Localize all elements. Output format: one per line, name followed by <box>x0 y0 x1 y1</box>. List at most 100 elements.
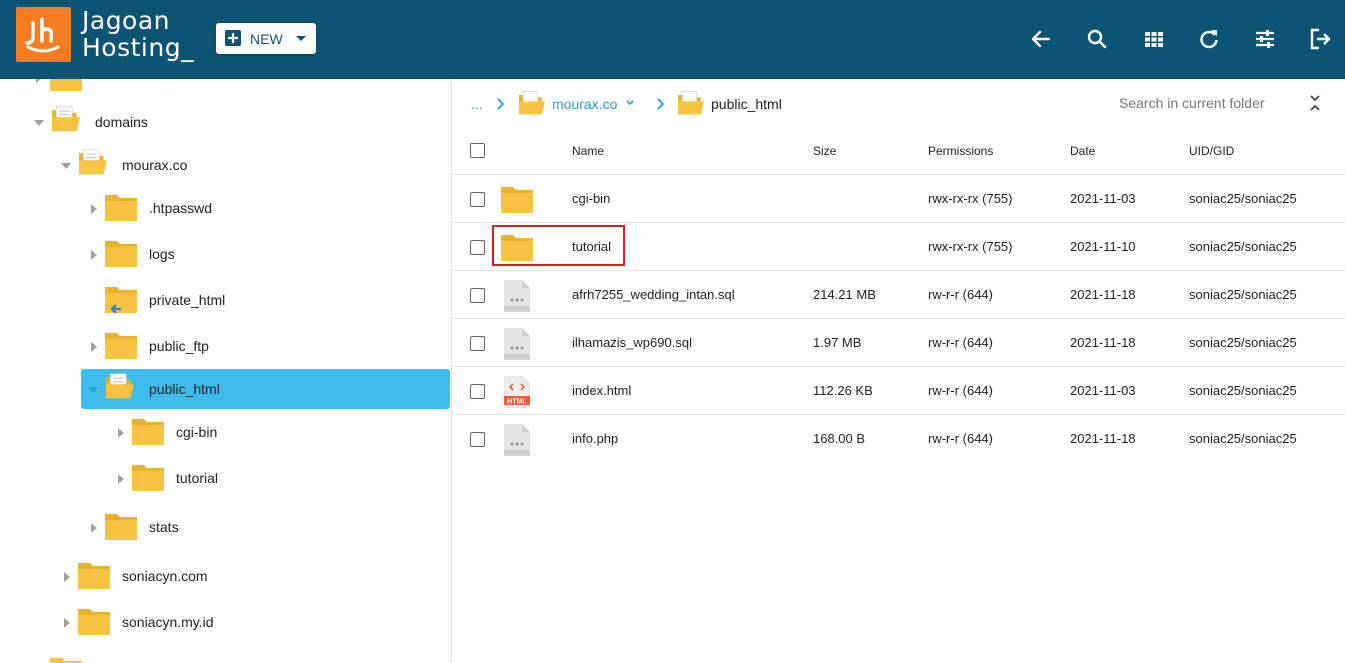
folder-link-icon <box>105 287 137 313</box>
tree-item-label: .htpasswd <box>149 200 213 216</box>
row-checkbox[interactable] <box>470 384 485 399</box>
file-owner: soniac25/soniac25 <box>1189 287 1297 302</box>
top-bar: Jagoan Hosting_ NEW <box>0 0 1345 79</box>
brand-name: Jagoan Hosting_ <box>82 7 194 61</box>
table-row[interactable]: ilhamazis_wp690.sql 1.97 MB rw-r-r (644)… <box>452 318 1345 367</box>
tree-item-label: domains <box>95 114 148 130</box>
file-name[interactable]: ilhamazis_wp690.sql <box>572 335 692 350</box>
file-name[interactable]: afrh7255_wedding_intan.sql <box>572 287 735 302</box>
tree-item-label: soniacyn.my.id <box>122 614 214 630</box>
file-date: 2021-11-18 <box>1070 431 1136 446</box>
expanded-arrow-icon[interactable] <box>34 120 44 126</box>
collapsed-arrow-icon[interactable] <box>64 572 70 582</box>
tree-item-partial-top[interactable] <box>0 79 451 97</box>
folder-icon <box>50 658 82 663</box>
folder-open-icon <box>519 91 545 115</box>
file-name[interactable]: cgi-bin <box>572 191 610 206</box>
tree-item-label: public_ftp <box>149 338 209 354</box>
file-date: 2021-11-18 <box>1070 287 1136 302</box>
folder-icon <box>105 195 137 221</box>
file-date: 2021-11-03 <box>1070 383 1136 398</box>
select-all-checkbox[interactable] <box>470 143 485 158</box>
folder-icon <box>105 514 137 540</box>
settings-sliders-icon[interactable] <box>1252 26 1278 52</box>
folder-icon <box>50 79 82 91</box>
expanded-arrow-icon[interactable] <box>61 163 71 169</box>
collapsed-arrow-icon[interactable] <box>91 342 97 352</box>
tree-item-label: stats <box>149 519 179 535</box>
refresh-icon[interactable] <box>1196 26 1222 52</box>
tree-item-soniacyn-my-id[interactable]: soniacyn.my.id <box>0 602 451 642</box>
tree-item-public-ftp[interactable]: public_ftp <box>0 326 451 366</box>
table-row[interactable]: info.php 168.00 B rw-r-r (644) 2021-11-1… <box>452 414 1345 463</box>
table-row[interactable]: afrh7255_wedding_intan.sql 214.21 MB rw-… <box>452 270 1345 319</box>
file-owner: soniac25/soniac25 <box>1189 431 1297 446</box>
search-input[interactable] <box>1117 91 1311 115</box>
collapsed-arrow-icon[interactable] <box>91 204 97 214</box>
file-icon <box>504 424 530 456</box>
back-arrow-icon[interactable] <box>1028 26 1054 52</box>
folder-icon <box>132 465 164 491</box>
collapsed-arrow-icon[interactable] <box>118 428 124 438</box>
column-header-permissions[interactable]: Permissions <box>928 144 993 158</box>
collapse-toggle-icon[interactable] <box>1309 94 1321 112</box>
file-owner: soniac25/soniac25 <box>1189 383 1297 398</box>
logout-icon[interactable] <box>1307 26 1333 52</box>
collapsed-arrow-icon[interactable] <box>91 523 97 533</box>
folder-icon <box>78 563 110 589</box>
folder-open-icon <box>52 106 80 132</box>
collapsed-arrow-icon[interactable] <box>91 250 97 260</box>
file-permissions: rwx-rx-rx (755) <box>928 191 1013 206</box>
tree-item-stats[interactable]: stats <box>0 507 451 547</box>
tree-item-label: soniacyn.com <box>122 568 208 584</box>
file-name[interactable]: index.html <box>572 383 631 398</box>
tree-item-partial-bottom[interactable] <box>0 651 451 663</box>
tree-item-label: tutorial <box>176 470 219 486</box>
row-checkbox[interactable] <box>470 288 485 303</box>
breadcrumb-item-mourax[interactable]: mourax.co <box>552 96 617 112</box>
expanded-arrow-icon[interactable] <box>88 387 98 393</box>
grid-view-icon[interactable] <box>1141 26 1167 52</box>
breadcrumb-ellipsis[interactable]: ... <box>471 96 483 112</box>
tree-item-htpasswd[interactable]: .htpasswd <box>0 188 451 228</box>
tree-item-public-html[interactable]: public_html <box>0 369 451 409</box>
tree-item-cgi-bin[interactable]: cgi-bin <box>0 412 451 452</box>
collapsed-arrow-icon[interactable] <box>64 618 70 628</box>
brand-line-1: Jagoan <box>82 6 171 35</box>
table-row[interactable]: cgi-bin rwx-rx-rx (755) 2021-11-03 sonia… <box>452 174 1345 223</box>
brand-line-2: Hosting_ <box>82 33 195 62</box>
column-header-date[interactable]: Date <box>1070 144 1095 158</box>
file-owner: soniac25/soniac25 <box>1189 191 1297 206</box>
file-size: 168.00 B <box>813 431 866 446</box>
breadcrumb-item-current: public_html <box>711 96 782 112</box>
file-name[interactable]: info.php <box>572 431 618 446</box>
column-header-uid-gid[interactable]: UID/GID <box>1189 144 1234 158</box>
chevron-down-icon[interactable] <box>625 99 635 107</box>
tree-item-label: private_html <box>149 292 226 308</box>
new-button[interactable]: NEW <box>216 23 316 54</box>
folder-open-icon <box>678 91 704 115</box>
new-button-label: NEW <box>250 31 283 47</box>
folder-icon <box>105 333 137 359</box>
tree-item-logs[interactable]: logs <box>0 234 451 274</box>
highlight-box <box>492 225 625 266</box>
tree-item-domains[interactable]: domains <box>0 102 451 142</box>
tree-item-mourax-co[interactable]: mourax.co <box>0 145 451 185</box>
tree-item-soniacyn-com[interactable]: soniacyn.com <box>0 556 451 596</box>
row-checkbox[interactable] <box>470 336 485 351</box>
row-checkbox[interactable] <box>470 240 485 255</box>
file-icon <box>504 280 530 312</box>
row-checkbox[interactable] <box>470 192 485 207</box>
search-icon[interactable] <box>1084 26 1110 52</box>
column-header-size[interactable]: Size <box>813 144 836 158</box>
file-size: 112.26 KB <box>813 383 873 398</box>
tree-item-label: cgi-bin <box>176 424 218 440</box>
tree-item-tutorial[interactable]: tutorial <box>0 458 451 498</box>
file-permissions: rw-r-r (644) <box>928 383 993 398</box>
table-row[interactable]: HTML index.html 112.26 KB rw-r-r (644) 2… <box>452 366 1345 415</box>
collapsed-arrow-icon[interactable] <box>118 474 124 484</box>
file-permissions: rwx-rx-rx (755) <box>928 239 1013 254</box>
tree-item-private-html[interactable]: private_html <box>0 280 451 320</box>
column-header-name[interactable]: Name <box>572 144 604 158</box>
row-checkbox[interactable] <box>470 432 485 447</box>
